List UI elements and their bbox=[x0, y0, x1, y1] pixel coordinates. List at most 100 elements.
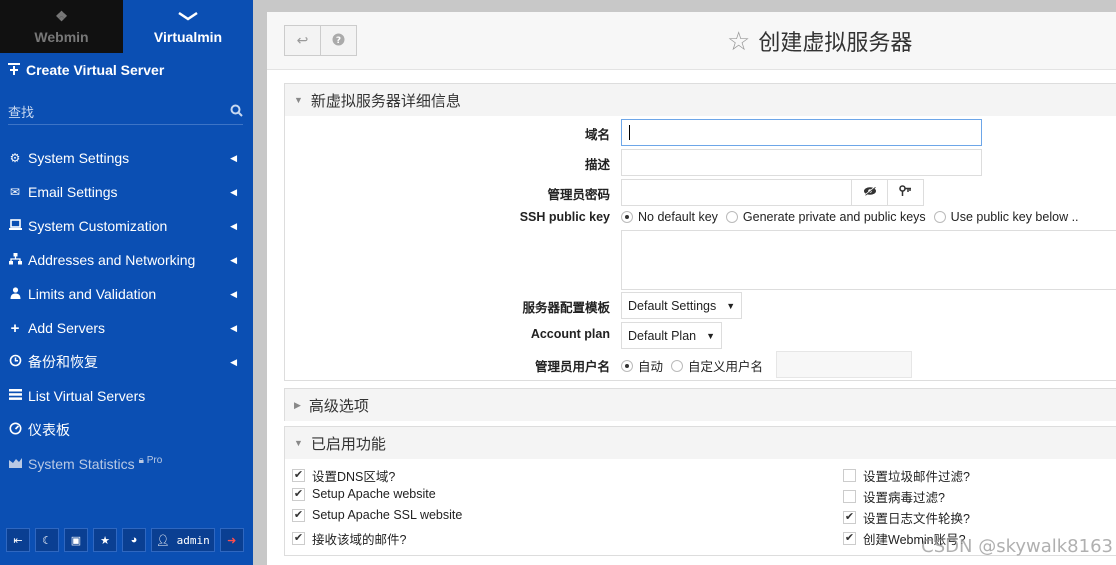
admin-user-button[interactable]: 👤︎ admin bbox=[151, 528, 215, 552]
admin-username-custom[interactable]: 自定义用户名 bbox=[671, 356, 763, 375]
ssh-option-no-default[interactable]: No default key bbox=[621, 210, 718, 224]
terminal-icon: ▣ bbox=[70, 534, 82, 547]
feature-mail[interactable]: ✔ 接收该域的邮件? bbox=[292, 529, 406, 548]
feature-label: 接收该域的邮件? bbox=[312, 533, 407, 547]
radio-selected bbox=[621, 359, 633, 372]
radio-selected bbox=[621, 211, 633, 223]
template-select[interactable]: Default Settings ▼ bbox=[621, 292, 743, 319]
sidebar-item-system-statistics[interactable]: System Statistics 🔒︎ Pro bbox=[0, 447, 253, 481]
page-toolbar: ↩ ? ☆ 创建虚拟服务器 bbox=[267, 12, 1116, 70]
admin-password-input[interactable] bbox=[621, 179, 852, 206]
ssh-option-use-below[interactable]: Use public key below .. bbox=[933, 210, 1079, 224]
admin-username-label: 管理员用户名 bbox=[534, 360, 610, 374]
sidebar-item-addresses-networking[interactable]: Addresses and Networking ◀ bbox=[0, 243, 253, 277]
sidebar-item-label: 备份和恢复 bbox=[28, 354, 98, 370]
sidebar: ❖ Webmin Virtualmin Create Virtual Serve… bbox=[0, 0, 253, 565]
return-icon: ↩ bbox=[296, 32, 309, 48]
caret-left-icon: ◀ bbox=[230, 288, 237, 299]
sidebar-item-backup-restore[interactable]: 备份和恢复 ◀ bbox=[0, 345, 253, 379]
feature-virus-filter[interactable]: 设置病毒过滤? bbox=[843, 487, 945, 506]
caret-left-icon: ◀ bbox=[230, 254, 237, 265]
favorites-button[interactable]: ★ bbox=[93, 528, 117, 552]
feature-log-rotation[interactable]: ✔ 设置日志文件轮换? bbox=[843, 508, 970, 527]
sidebar-item-label: System Customization bbox=[28, 218, 168, 234]
domain-input[interactable] bbox=[621, 119, 982, 146]
sidebar-item-email-settings[interactable]: ✉ Email Settings ◀ bbox=[0, 175, 253, 209]
caret-left-icon: ◀ bbox=[230, 186, 237, 197]
toggle-password-visibility-button[interactable] bbox=[851, 179, 888, 206]
caret-right-icon: ▶ bbox=[294, 399, 301, 410]
description-input[interactable] bbox=[621, 149, 982, 176]
dropdown-caret-icon: ▼ bbox=[706, 330, 716, 341]
details-panel: ▼ 新虚拟服务器详细信息 域名 描述 管理员密码 SSH public key … bbox=[284, 83, 1116, 381]
feature-dns[interactable]: ✔ 设置DNS区域? bbox=[292, 466, 395, 485]
checkbox-checked: ✔ bbox=[843, 511, 856, 524]
checkbox-unchecked bbox=[843, 469, 856, 482]
sidebar-item-dashboard[interactable]: 仪表板 bbox=[0, 413, 253, 447]
users-icon bbox=[8, 286, 22, 302]
sidebar-item-label: Email Settings bbox=[28, 184, 118, 200]
details-panel-header[interactable]: ▼ 新虚拟服务器详细信息 bbox=[285, 84, 1116, 116]
product-switcher: ❖ Webmin Virtualmin bbox=[0, 0, 253, 53]
sidebar-search[interactable]: 查找 bbox=[8, 99, 243, 125]
checkbox-checked: ✔ bbox=[292, 487, 305, 501]
sidebar-item-label: System Settings bbox=[28, 150, 130, 166]
checkbox-checked: ✔ bbox=[292, 469, 305, 482]
feature-apache-ssl[interactable]: ✔ Setup Apache SSL website bbox=[292, 508, 462, 522]
plus-icon: + bbox=[10, 319, 20, 337]
help-button[interactable]: ? bbox=[320, 25, 357, 56]
logout-icon: ➜ bbox=[227, 534, 237, 547]
caret-down-icon: ▼ bbox=[294, 95, 303, 105]
sidebar-nav: ⚙ System Settings ◀ ✉ Email Settings ◀ S… bbox=[0, 141, 253, 481]
pro-badge: 🔒︎ Pro bbox=[139, 455, 163, 466]
feature-label: 设置病毒过滤? bbox=[863, 491, 945, 505]
checkbox-checked: ✔ bbox=[292, 532, 305, 545]
logout-button[interactable]: ➜ bbox=[219, 528, 244, 552]
laptop-icon bbox=[8, 219, 22, 233]
collapse-sidebar-button[interactable]: ⇤ bbox=[6, 528, 30, 552]
admin-username-options: 自动 自定义用户名 bbox=[621, 356, 771, 375]
eye-slash-icon bbox=[863, 186, 877, 199]
feature-label: 设置日志文件轮换? bbox=[863, 512, 970, 526]
search-icon bbox=[230, 104, 243, 120]
terminal-button[interactable]: ▣ bbox=[64, 528, 88, 552]
advanced-panel-header[interactable]: ▶ 高级选项 bbox=[285, 389, 1116, 421]
tab-webmin[interactable]: ❖ Webmin bbox=[0, 0, 123, 53]
sidebar-item-system-customization[interactable]: System Customization ◀ bbox=[0, 209, 253, 243]
help-icon: ? bbox=[332, 33, 345, 49]
sidebar-item-list-virtual-servers[interactable]: List Virtual Servers bbox=[0, 379, 253, 413]
account-plan-select[interactable]: Default Plan ▼ bbox=[621, 322, 723, 349]
sidebar-item-add-servers[interactable]: + Add Servers ◀ bbox=[0, 311, 253, 345]
generate-password-button[interactable] bbox=[887, 179, 924, 206]
dropdown-caret-icon: ▼ bbox=[726, 300, 736, 311]
sidebar-item-system-settings[interactable]: ⚙ System Settings ◀ bbox=[0, 141, 253, 175]
feature-label: Setup Apache website bbox=[312, 487, 436, 501]
admin-username-auto[interactable]: 自动 bbox=[621, 356, 663, 375]
feature-apache-website[interactable]: ✔ Setup Apache website bbox=[292, 487, 436, 501]
watermark: CSDN @skywalk8163 bbox=[921, 536, 1113, 557]
sidebar-item-label: 仪表板 bbox=[28, 422, 70, 438]
advanced-panel: ▶ 高级选项 bbox=[284, 388, 1116, 421]
night-mode-button[interactable]: ☾ bbox=[35, 528, 59, 552]
back-button[interactable]: ↩ bbox=[284, 25, 321, 56]
radio-unselected bbox=[725, 211, 738, 223]
main-content: ↩ ? ☆ 创建虚拟服务器 ▼ 新虚拟服务器详细信息 域名 描述 管理员密码 S… bbox=[267, 12, 1116, 565]
admin-username-option-label: 自动 bbox=[638, 360, 664, 374]
star-icon: ★ bbox=[100, 534, 110, 547]
ssh-public-key-textarea[interactable] bbox=[621, 230, 1116, 290]
custom-username-input[interactable] bbox=[776, 351, 912, 378]
sidebar-bottom-bar: ⇤ ☾ ▣ ★ ◕ 👤︎ admin ➜ bbox=[6, 528, 249, 552]
feature-spam-filter[interactable]: 设置垃圾邮件过滤? bbox=[843, 466, 970, 485]
list-icon bbox=[8, 389, 22, 403]
sidebar-item-limits-validation[interactable]: Limits and Validation ◀ bbox=[0, 277, 253, 311]
page-title-text: 创建虚拟服务器 bbox=[758, 30, 913, 55]
favorite-star-icon[interactable]: ☆ bbox=[727, 26, 750, 57]
ssh-option-generate[interactable]: Generate private and public keys bbox=[725, 210, 926, 224]
sidebar-item-label: Limits and Validation bbox=[28, 286, 157, 302]
sidebar-item-label: Addresses and Networking bbox=[28, 252, 196, 268]
features-panel-header[interactable]: ▼ 已启用功能 bbox=[285, 427, 1116, 459]
create-virtual-server-link[interactable]: Create Virtual Server bbox=[0, 53, 253, 87]
tab-virtualmin[interactable]: Virtualmin bbox=[123, 0, 253, 53]
theme-button[interactable]: ◕ bbox=[122, 528, 146, 552]
sidebar-item-label: System Statistics 🔒︎ Pro bbox=[28, 455, 237, 472]
